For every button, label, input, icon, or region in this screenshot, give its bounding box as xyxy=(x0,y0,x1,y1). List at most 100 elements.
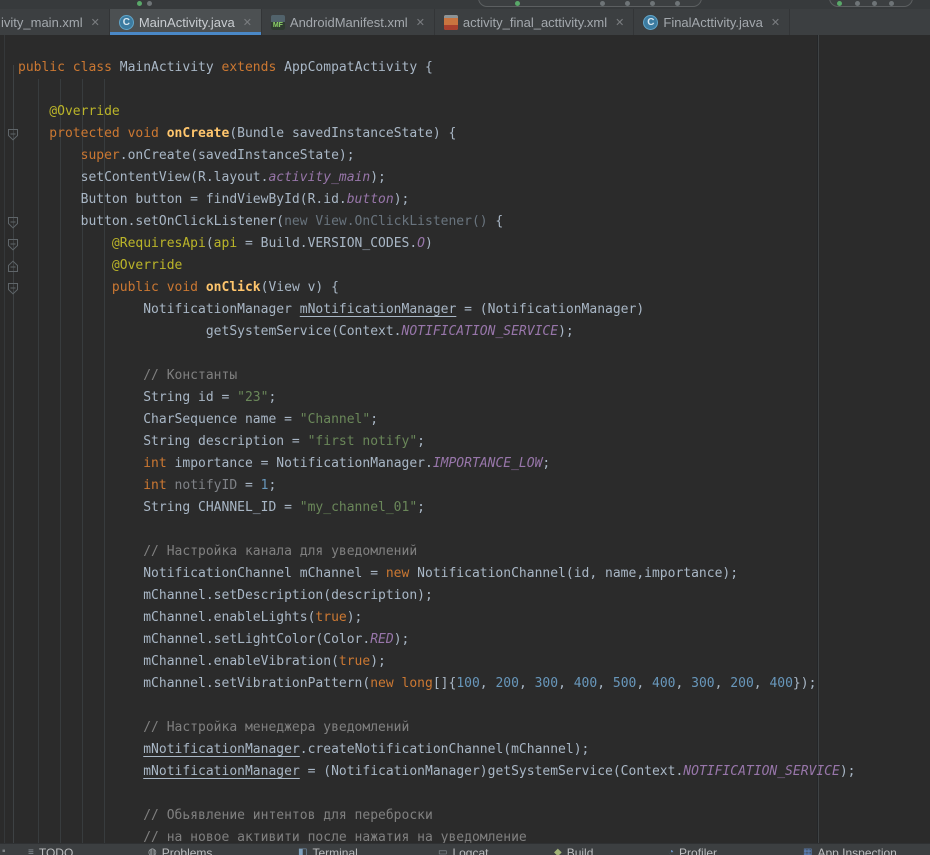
code-line-22 xyxy=(18,519,856,541)
tool-window-build[interactable]: ◆ Build xyxy=(554,846,593,855)
code-content: public class MainActivity extends AppCom… xyxy=(18,57,856,843)
tab-activity-final-acttivity-xml[interactable]: activity_final_acttivity.xml✕ xyxy=(435,9,634,35)
fold-marker-icon[interactable] xyxy=(7,260,19,273)
code-line-14 xyxy=(18,343,856,365)
toolbar-dot xyxy=(600,1,605,6)
tool-window-bar: ▪ ≡ TODO ◍ Problems ◧ Terminal ▭ Logcat ◆ Build ◔ P… xyxy=(0,843,930,855)
editor-tab-bar: ivity_main.xml ✕ C MainActivity.java ✕ MF Andr… xyxy=(0,9,930,35)
run-status-dot xyxy=(137,1,142,6)
code-line-24: NotificationChannel mChannel = new Notif… xyxy=(18,563,856,585)
code-line-36: // на новое активити после нажатия на ув… xyxy=(18,827,856,843)
toolbar-dot xyxy=(872,1,877,6)
fold-region-line xyxy=(13,65,14,843)
code-line-31: // Настройка менеджера уведомлений xyxy=(18,717,856,739)
tab-label: FinalActtivity.java xyxy=(663,15,762,30)
tool-window-terminal-icon: ◧ xyxy=(298,846,307,855)
toolbar-dot xyxy=(675,1,680,6)
tool-window-label: Profiler xyxy=(679,846,717,855)
code-line-29: mChannel.setVibrationPattern(new long[]{… xyxy=(18,673,856,695)
tool-window-app-inspection[interactable]: ▦ App Inspection xyxy=(803,846,897,855)
gutter-edge-line xyxy=(4,35,5,843)
tool-window-todo-icon: ≡ xyxy=(28,846,34,855)
code-line-10: @Override xyxy=(18,255,856,277)
code-line-8: button.setOnClickListener(new View.OnCli… xyxy=(18,211,856,233)
code-line-1: public class MainActivity extends AppCom… xyxy=(18,57,856,79)
code-line-16: String id = "23"; xyxy=(18,387,856,409)
tab-mainactivity-java[interactable]: C MainActivity.java ✕ xyxy=(110,9,262,35)
code-line-27: mChannel.setLightColor(Color.RED); xyxy=(18,629,856,651)
code-line-15: // Константы xyxy=(18,365,856,387)
code-line-23: // Настройка канала для уведомлений xyxy=(18,541,856,563)
tool-window-problems-icon: ◍ xyxy=(148,846,157,855)
tool-window-app-inspection-icon: ▦ xyxy=(803,846,812,855)
run-icon[interactable] xyxy=(515,1,520,6)
code-line-17: CharSequence name = "Channel"; xyxy=(18,409,856,431)
toolbar-strip xyxy=(0,0,930,9)
code-line-2 xyxy=(18,79,856,101)
code-line-28: mChannel.enableVibration(true); xyxy=(18,651,856,673)
fold-marker-icon[interactable] xyxy=(7,282,19,295)
code-line-19: int importance = NotificationManager.IMP… xyxy=(18,453,856,475)
tool-window-label: Logcat xyxy=(452,846,488,855)
tab-close-icon[interactable]: ✕ xyxy=(416,16,425,29)
tool-window-terminal[interactable]: ◧ Terminal xyxy=(298,846,358,855)
tool-window-profiler-icon: ◔ xyxy=(668,846,674,855)
tool-window-label: TODO xyxy=(39,846,73,855)
tab-label: AndroidManifest.xml xyxy=(290,15,408,30)
code-line-6: setContentView(R.layout.activity_main); xyxy=(18,167,856,189)
code-line-18: String description = "first notify"; xyxy=(18,431,856,453)
tool-window-build-icon: ◆ xyxy=(554,846,562,855)
tool-window-logcat-icon: ▭ xyxy=(438,846,447,855)
toolbar-dot xyxy=(889,1,894,6)
android-studio-window: ivity_main.xml ✕ C MainActivity.java ✕ MF Andr… xyxy=(0,0,930,855)
toolbar-dot xyxy=(650,1,655,6)
code-line-35: // Обьявление интентов для переброски xyxy=(18,805,856,827)
tab-androidmanifest-xml[interactable]: MF AndroidManifest.xml ✕ xyxy=(262,9,435,35)
tool-window-label: App Inspection xyxy=(817,846,896,855)
tool-window-label: Terminal xyxy=(312,846,357,855)
fold-marker-icon[interactable] xyxy=(7,128,19,141)
device-status-dot xyxy=(837,1,842,6)
code-line-12: NotificationManager mNotificationManager… xyxy=(18,299,856,321)
code-line-34 xyxy=(18,783,856,805)
code-editor[interactable]: public class MainActivity extends AppCom… xyxy=(0,35,930,843)
tool-window-label: Build xyxy=(567,846,594,855)
code-line-4: protected void onCreate(Bundle savedInst… xyxy=(18,123,856,145)
code-line-33: mNotificationManager = (NotificationMana… xyxy=(18,761,856,783)
fold-marker-icon[interactable] xyxy=(7,216,19,229)
code-line-26: mChannel.enableLights(true); xyxy=(18,607,856,629)
code-line-30 xyxy=(18,695,856,717)
toolbar-dot xyxy=(855,1,860,6)
code-line-13: getSystemService(Context.NOTIFICATION_SE… xyxy=(18,321,856,343)
code-line-20: int notifyID = 1; xyxy=(18,475,856,497)
code-line-11: public void onClick(View v) { xyxy=(18,277,856,299)
code-line-3: @Override xyxy=(18,101,856,123)
code-line-9: @RequiresApi(api = Build.VERSION_CODES.O… xyxy=(18,233,856,255)
tool-window-problems[interactable]: ◍ Problems xyxy=(148,846,212,855)
tab-close-icon[interactable]: ✕ xyxy=(615,16,624,29)
class-file-icon: C xyxy=(643,15,658,30)
code-line-32: mNotificationManager.createNotificationC… xyxy=(18,739,856,761)
class-file-icon: C xyxy=(119,15,134,30)
code-line-21: String CHANNEL_ID = "my_channel_01"; xyxy=(18,497,856,519)
code-line-7: Button button = findViewById(R.id.button… xyxy=(18,189,856,211)
run-configuration-widget[interactable] xyxy=(478,0,702,7)
tab-label: ivity_main.xml xyxy=(1,15,83,30)
tab-close-icon[interactable]: ✕ xyxy=(91,16,100,29)
tab-label: MainActivity.java xyxy=(139,15,235,30)
window-stripe-icon[interactable]: ▪ xyxy=(2,846,6,855)
toolbar-dot xyxy=(147,1,152,6)
tab-close-icon[interactable]: ✕ xyxy=(243,16,252,29)
manifest-file-icon: MF xyxy=(271,15,285,30)
tool-window-profiler[interactable]: ◔ Profiler xyxy=(668,846,717,855)
layout-file-icon xyxy=(444,15,458,30)
code-line-5: super.onCreate(savedInstanceState); xyxy=(18,145,856,167)
fold-marker-icon[interactable] xyxy=(7,238,19,251)
tool-window-logcat[interactable]: ▭ Logcat xyxy=(438,846,488,855)
tool-window-todo[interactable]: ≡ TODO xyxy=(28,846,73,855)
tool-window-label: Problems xyxy=(162,846,213,855)
tab-close-icon[interactable]: ✕ xyxy=(771,16,780,29)
tab-activity-main-xml[interactable]: ivity_main.xml ✕ xyxy=(0,9,110,35)
toolbar-dot xyxy=(625,1,630,6)
tab-finalacttivity-java[interactable]: C FinalActtivity.java ✕ xyxy=(634,9,790,35)
